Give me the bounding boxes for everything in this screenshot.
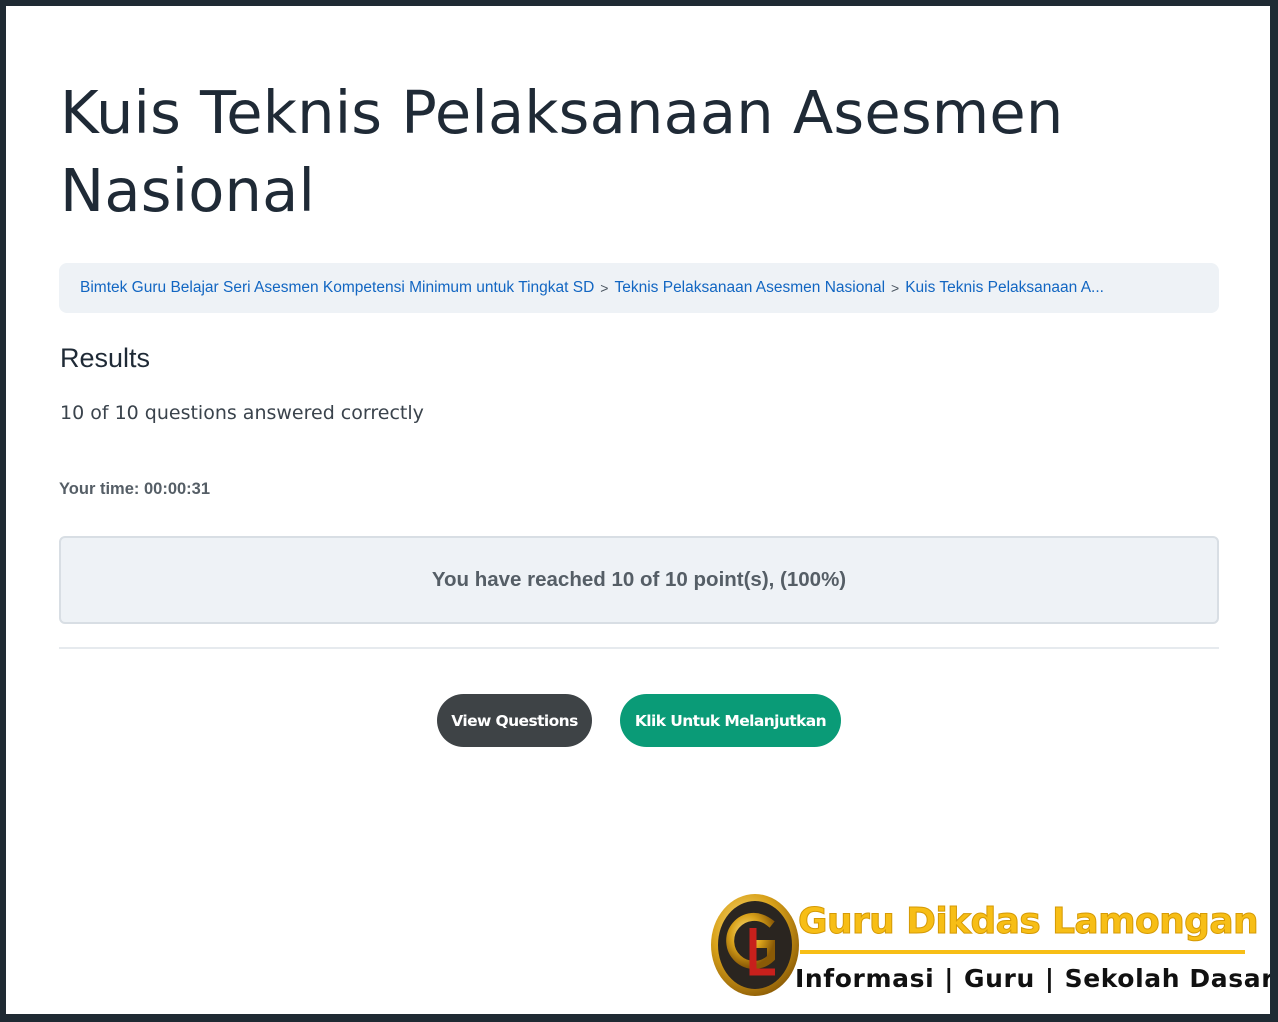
breadcrumb: Bimtek Guru Belajar Seri Asesmen Kompete… [59,263,1219,313]
tagline-sekolah: Sekolah Dasar [1064,964,1270,993]
tagline-guru: Guru [964,964,1035,993]
results-summary: 10 of 10 questions answered correctly [60,402,424,424]
page-frame: Kuis Teknis Pelaksanaan Asesmen Nasional… [6,6,1270,1014]
tagline-separator: | [944,964,954,993]
points-result-text: You have reached 10 of 10 point(s), (100… [431,568,847,591]
watermark: Guru Dikdas Lamongan Informasi | Guru | Seko… [709,892,1270,1002]
divider [59,647,1219,649]
breadcrumb-separator: > [600,280,609,296]
view-questions-button[interactable]: View Questions [437,694,592,747]
breadcrumb-link-lesson[interactable]: Teknis Pelaksanaan Asesmen Nasional [614,279,885,297]
breadcrumb-link-quiz[interactable]: Kuis Teknis Pelaksanaan A... [905,279,1104,297]
tagline-info: Informasi [795,964,935,993]
results-heading: Results [60,343,151,373]
continue-button[interactable]: Klik Untuk Melanjutkan [620,694,841,747]
points-result-box: You have reached 10 of 10 point(s), (100… [59,536,1219,624]
breadcrumb-link-course[interactable]: Bimtek Guru Belajar Seri Asesmen Kompete… [80,279,594,297]
gdl-emblem-icon [711,894,799,996]
quiz-time-label: Your time: [59,480,140,498]
quiz-time: Your time: 00:00:31 [59,480,210,499]
page-title: Kuis Teknis Pelaksanaan Asesmen Nasional [60,78,1064,225]
tagline-separator: | [1044,964,1055,993]
watermark-tagline: Informasi | Guru | Sekolah Dasar [795,964,1270,993]
quiz-time-value: 00:00:31 [143,480,211,498]
breadcrumb-separator: > [891,280,900,296]
watermark-brand: Guru Dikdas Lamongan [797,901,1259,943]
watermark-rule [800,950,1245,954]
